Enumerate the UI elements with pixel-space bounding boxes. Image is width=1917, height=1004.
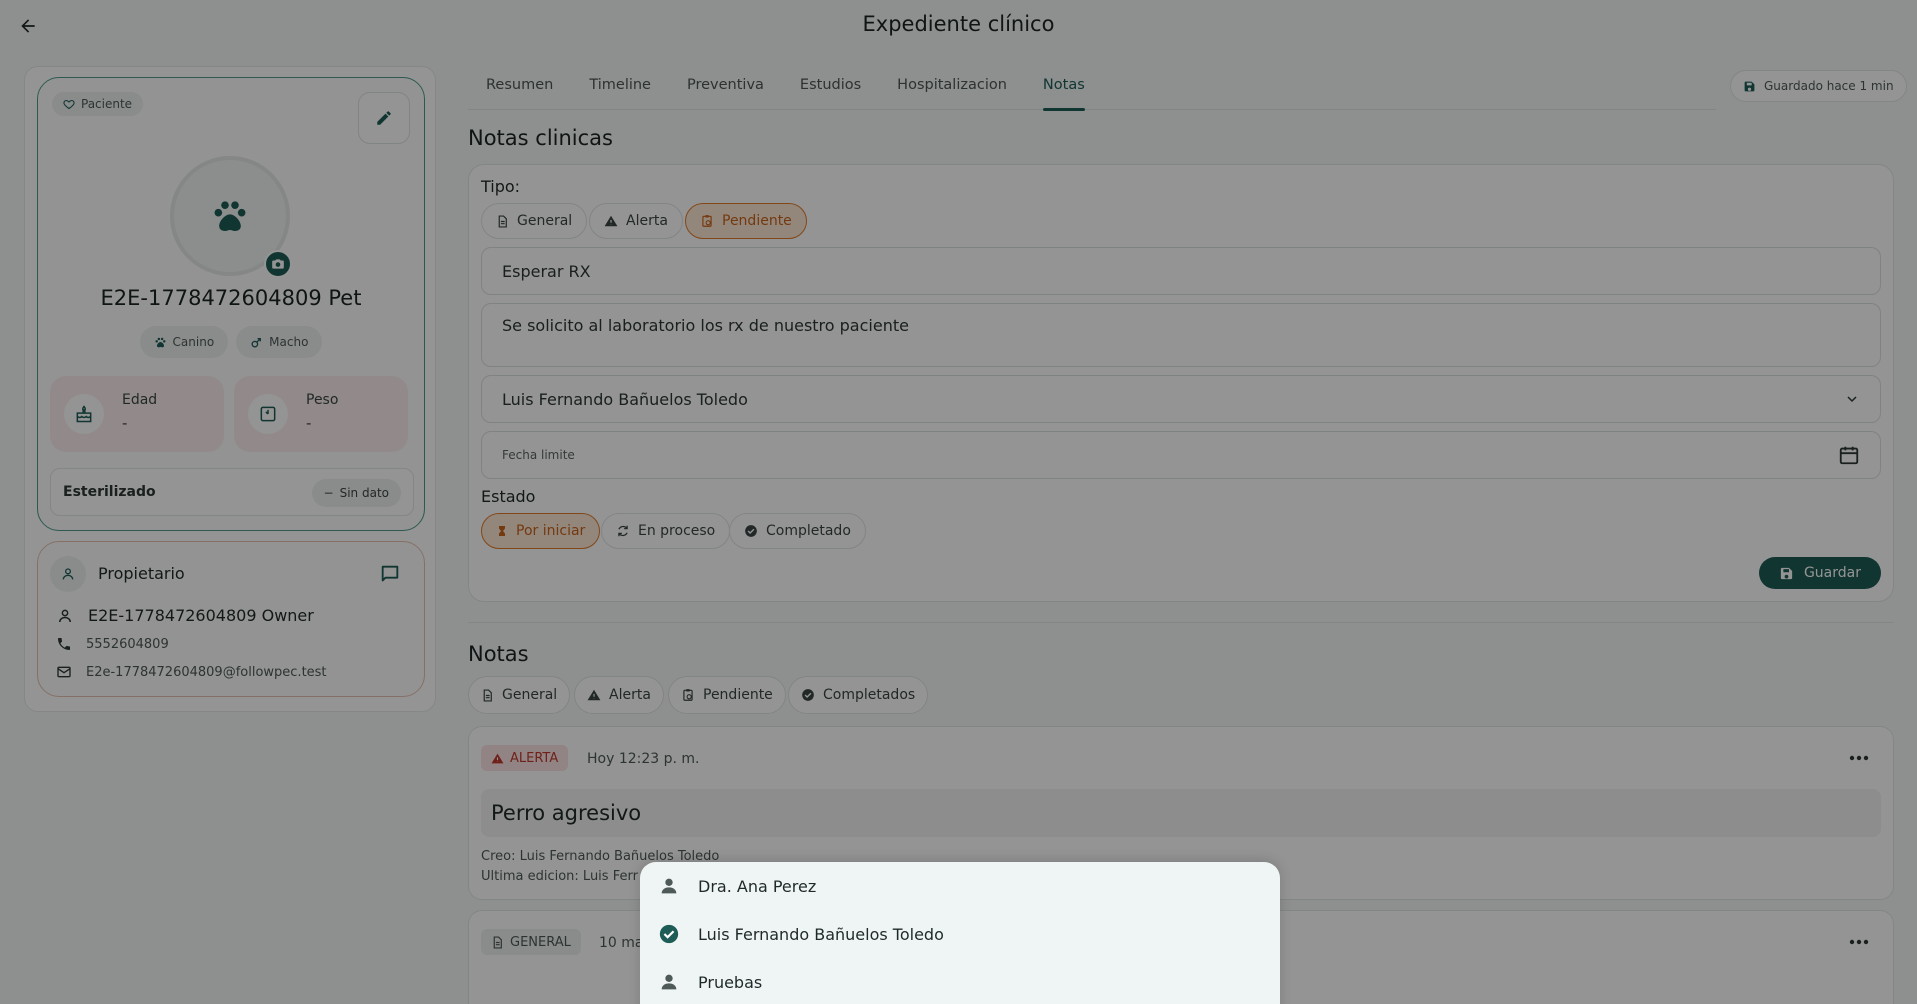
assignee-option-label: Dra. Ana Perez: [698, 876, 817, 896]
assignee-option-luis-fernando[interactable]: Luis Fernando Bañuelos Toledo: [640, 910, 1280, 958]
assignee-option-pruebas[interactable]: Pruebas: [640, 958, 1280, 1004]
assignee-menu: Dra. Ana Perez Luis Fernando Bañuelos To…: [640, 862, 1280, 1004]
modal-scrim[interactable]: [0, 0, 1917, 1004]
assignee-option-ana-perez[interactable]: Dra. Ana Perez: [640, 862, 1280, 910]
assignee-option-label: Pruebas: [698, 972, 763, 992]
assignee-option-label: Luis Fernando Bañuelos Toledo: [698, 924, 944, 944]
app-root: Expediente clínico Paciente E2E-17784726…: [0, 0, 1917, 1004]
person-icon: [661, 878, 677, 894]
check-circle-icon: [659, 924, 679, 944]
person-icon: [661, 974, 677, 990]
